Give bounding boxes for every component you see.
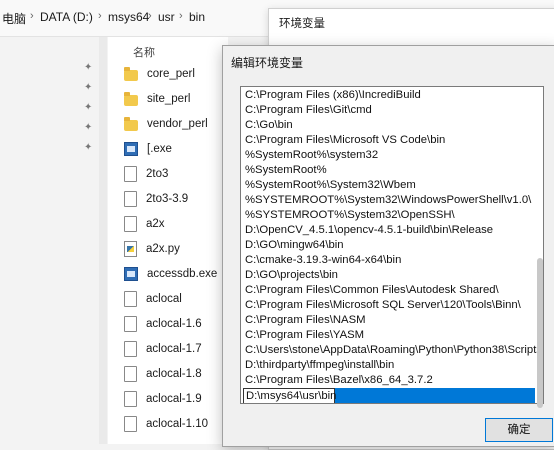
chevron-right-icon: › [30,10,34,22]
path-list-item[interactable]: %SystemRoot%\system32 [243,148,378,163]
path-list-item-selected[interactable]: D:\msys64\usr\bin [243,388,535,403]
file-name: aclocal-1.10 [146,418,209,430]
path-list-item[interactable]: C:\cmake-3.19.3-win64-x64\bin [243,253,401,268]
list-item[interactable]: a2x [124,214,234,234]
file-name: a2x.py [146,243,180,255]
path-list-item[interactable]: C:\Program Files\Microsoft VS Code\bin [243,133,445,148]
file-name: 2to3-3.9 [146,193,189,205]
file-name: accessdb.exe [147,268,218,280]
folder-icon [124,91,138,106]
pin-icon[interactable]: ✦ [84,143,94,153]
path-list-item[interactable]: %SystemRoot%\System32\Wbem [243,178,416,193]
file-name: aclocal-1.8 [146,368,202,380]
file-icon [124,391,137,407]
dialog-title: 编辑环境变量 [231,56,304,70]
chevron-right-icon: › [148,10,152,22]
list-item[interactable]: aclocal-1.6 [124,314,234,334]
file-icon [124,366,137,382]
path-list-scrollbar[interactable] [537,258,543,408]
path-list-item[interactable]: C:\Users\stone\AppData\Roaming\Python\Py… [243,343,542,358]
folder-icon [124,66,138,81]
list-item[interactable]: 2to3-3.9 [124,189,234,209]
breadcrumb-item[interactable]: DATA (D:) [40,10,93,24]
pin-icon[interactable]: ✦ [84,103,94,113]
column-header-name[interactable]: 名称 [133,44,155,60]
file-icon [124,416,137,432]
navigation-pane [0,37,98,444]
file-icon [124,191,137,207]
dialog-title: 环境变量 [279,18,325,30]
file-name: [.exe [147,143,172,155]
breadcrumb-item[interactable]: 电脑 [2,10,26,27]
path-list-item[interactable]: %SYSTEMROOT%\System32\WindowsPowerShell\… [243,193,531,208]
list-item[interactable]: core_perl [124,64,234,84]
path-edit-field[interactable]: D:\msys64\usr\bin [243,388,336,403]
list-item[interactable]: a2x.py [124,239,234,259]
file-icon [124,316,137,332]
file-icon [124,166,137,182]
edit-environment-variable-dialog: 编辑环境变量 C:\Program Files (x86)\IncrediBui… [222,45,554,447]
python-file-icon [124,241,137,257]
list-item[interactable]: 2to3 [124,164,234,184]
file-name: core_perl [147,68,195,80]
executable-icon [124,142,138,156]
path-list-item[interactable]: D:\GO\projects\bin [243,268,338,283]
file-name: aclocal-1.7 [146,343,202,355]
file-name: aclocal [146,293,182,305]
path-list-item[interactable]: D:\OpenCV_4.5.1\opencv-4.5.1-build\bin\R… [243,223,493,238]
path-list-item[interactable]: C:\Program Files\Microsoft SQL Server\12… [243,298,521,313]
file-name: aclocal-1.6 [146,318,202,330]
executable-icon [124,267,138,281]
chevron-right-icon: › [98,10,102,22]
list-item[interactable]: vendor_perl [124,114,234,134]
breadcrumb-item[interactable]: bin [189,10,205,24]
file-name: aclocal-1.9 [146,393,202,405]
pin-icon[interactable]: ✦ [84,83,94,93]
path-list-item[interactable]: C:\Program Files\NASM [243,313,366,328]
list-item[interactable]: aclocal-1.10 [124,414,234,434]
path-list-item[interactable]: D:\thirdparty\ffmpeg\install\bin [243,358,394,373]
file-name: vendor_perl [147,118,208,130]
list-item[interactable]: accessdb.exe [124,264,234,284]
path-list-item[interactable]: C:\Program Files\Bazel\x86_64_3.7.2 [243,373,433,388]
file-icon [124,291,137,307]
path-list-item[interactable]: D:\GO\mingw64\bin [243,238,344,253]
path-list[interactable]: C:\Program Files (x86)\IncrediBuild C:\P… [240,86,544,404]
ok-button[interactable]: 确定 [485,418,553,442]
folder-icon [124,116,138,131]
pin-icon[interactable]: ✦ [84,63,94,73]
file-icon [124,216,137,232]
file-name: a2x [146,218,165,230]
path-list-item[interactable]: %SYSTEMROOT%\System32\OpenSSH\ [243,208,455,223]
list-item[interactable]: aclocal-1.8 [124,364,234,384]
list-item[interactable]: aclocal-1.7 [124,339,234,359]
list-item[interactable]: aclocal-1.9 [124,389,234,409]
path-list-item[interactable]: C:\Go\bin [243,118,293,133]
chevron-right-icon: › [179,10,183,22]
pin-icon[interactable]: ✦ [84,123,94,133]
breadcrumb-item[interactable]: usr [158,10,175,24]
list-item[interactable]: [.exe [124,139,234,159]
navigation-scrollbar[interactable] [99,37,107,444]
path-list-item[interactable]: %SystemRoot% [243,163,327,178]
list-item[interactable]: site_perl [124,89,234,109]
path-list-item[interactable]: C:\Program Files\Git\cmd [243,103,372,118]
path-list-item[interactable]: C:\Program Files\YASM [243,328,364,343]
file-icon [124,341,137,357]
path-list-item[interactable]: C:\Program Files (x86)\IncrediBuild [243,88,421,103]
path-list-item[interactable]: C:\Program Files\Common Files\Autodesk S… [243,283,499,298]
file-name: site_perl [147,93,191,105]
breadcrumb-item[interactable]: msys64 [108,10,149,24]
file-name: 2to3 [146,168,169,180]
list-item[interactable]: aclocal [124,289,234,309]
